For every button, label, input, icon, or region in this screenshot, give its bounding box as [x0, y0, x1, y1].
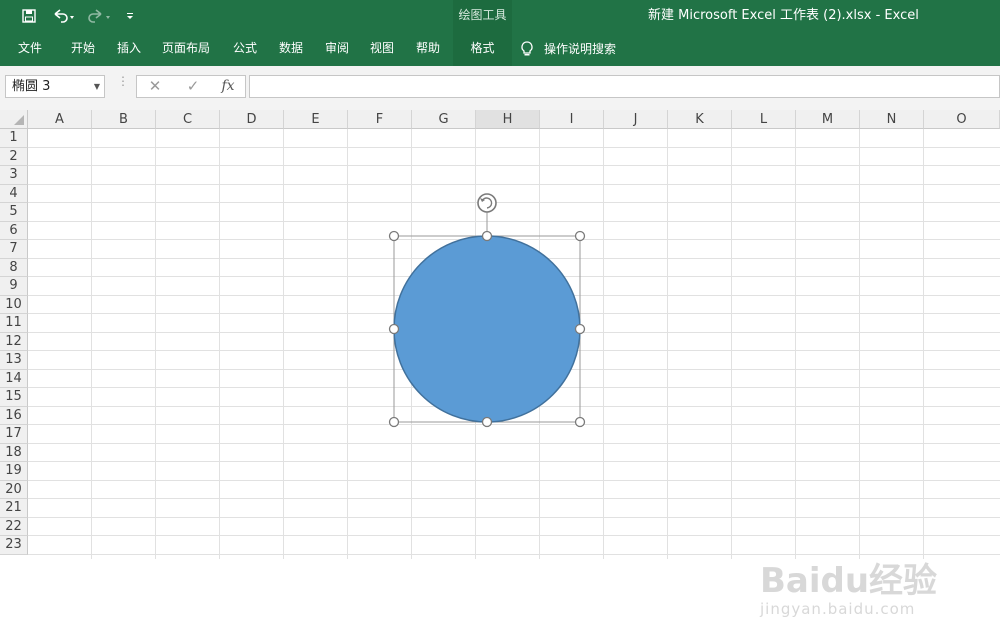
- rotate-handle-icon[interactable]: [477, 193, 497, 213]
- column-header[interactable]: F: [348, 110, 412, 129]
- customize-icon[interactable]: [124, 6, 136, 26]
- tab-formulas[interactable]: 公式: [224, 31, 266, 66]
- column-header[interactable]: H: [476, 110, 540, 129]
- row-header[interactable]: 17: [0, 425, 28, 444]
- tab-format[interactable]: 格式: [453, 31, 512, 66]
- more-options-icon[interactable]: ⋮: [117, 75, 129, 87]
- column-header[interactable]: C: [156, 110, 220, 129]
- drawing-tools-context: 绘图工具: [453, 0, 512, 31]
- row-header[interactable]: 15: [0, 388, 28, 407]
- column-gridline: [347, 129, 348, 559]
- column-gridline: [283, 129, 284, 559]
- column-gridline: [795, 129, 796, 559]
- column-header[interactable]: K: [668, 110, 732, 129]
- ribbon: 文件 开始 插入 页面布局 公式 数据 审阅 视图 帮助 格式 操作说明搜索: [0, 31, 1000, 66]
- row-gridline: [28, 498, 1000, 499]
- column-gridline: [91, 129, 92, 559]
- tab-insert[interactable]: 插入: [108, 31, 150, 66]
- column-header[interactable]: E: [284, 110, 348, 129]
- row-header[interactable]: 19: [0, 462, 28, 481]
- row-header[interactable]: 12: [0, 332, 28, 351]
- row-header[interactable]: 3: [0, 166, 28, 185]
- row-header[interactable]: 1: [0, 129, 28, 148]
- row-gridline: [28, 165, 1000, 166]
- column-header[interactable]: O: [924, 110, 1000, 129]
- column-header[interactable]: G: [412, 110, 476, 129]
- row-gridline: [28, 479, 1000, 481]
- tab-review[interactable]: 审阅: [316, 31, 358, 66]
- tell-me-search[interactable]: 操作说明搜索: [520, 31, 616, 66]
- row-header[interactable]: 2: [0, 147, 28, 166]
- baidu-watermark: Baidu经验 jingyan.baidu.com: [760, 562, 937, 618]
- watermark-url: jingyan.baidu.com: [760, 600, 916, 618]
- tell-me-label: 操作说明搜索: [544, 42, 617, 56]
- column-gridline: [603, 129, 604, 559]
- row-header[interactable]: 9: [0, 277, 28, 296]
- column-header[interactable]: B: [92, 110, 156, 129]
- cancel-icon[interactable]: ✕: [140, 75, 170, 98]
- enter-icon[interactable]: ✓: [178, 75, 208, 98]
- column-gridline: [219, 129, 220, 559]
- row-header[interactable]: 11: [0, 314, 28, 333]
- name-box[interactable]: 椭圆 3 ▼: [5, 75, 105, 98]
- row-header[interactable]: 13: [0, 351, 28, 370]
- lightbulb-icon: [520, 40, 534, 57]
- column-header[interactable]: J: [604, 110, 668, 129]
- column-header[interactable]: D: [220, 110, 284, 129]
- row-header[interactable]: 23: [0, 536, 28, 555]
- row-gridline: [28, 516, 1000, 518]
- watermark-logo: Baidu经验: [760, 561, 938, 601]
- row-header[interactable]: 7: [0, 240, 28, 259]
- row-header[interactable]: 21: [0, 499, 28, 518]
- column-header[interactable]: L: [732, 110, 796, 129]
- save-icon[interactable]: [20, 6, 38, 26]
- column-header[interactable]: M: [796, 110, 860, 129]
- chevron-down-icon[interactable]: ▼: [94, 76, 100, 97]
- column-gridline: [923, 129, 924, 559]
- column-header[interactable]: I: [540, 110, 604, 129]
- title-bar: 绘图工具 新建 Microsoft Excel 工作表 (2).xlsx - E…: [0, 0, 1000, 31]
- window-title: 新建 Microsoft Excel 工作表 (2).xlsx - Excel: [648, 8, 919, 23]
- row-header[interactable]: 22: [0, 517, 28, 536]
- row-gridline: [28, 553, 1000, 555]
- column-header[interactable]: A: [28, 110, 92, 129]
- tab-view[interactable]: 视图: [361, 31, 403, 66]
- column-gridline: [667, 129, 668, 559]
- row-gridline: [28, 146, 1000, 148]
- column-gridline: [859, 129, 860, 559]
- row-header[interactable]: 14: [0, 369, 28, 388]
- ellipse-fill[interactable]: [393, 235, 581, 423]
- worksheet-grid[interactable]: A B C D E F G H I J K L M N O 1234567891…: [0, 110, 1000, 618]
- tab-help[interactable]: 帮助: [407, 31, 449, 66]
- row-header[interactable]: 16: [0, 406, 28, 425]
- tab-file[interactable]: 文件: [8, 31, 52, 66]
- row-header[interactable]: 4: [0, 184, 28, 203]
- row-header[interactable]: 18: [0, 443, 28, 462]
- tab-data[interactable]: 数据: [270, 31, 312, 66]
- tab-page-layout[interactable]: 页面布局: [156, 31, 216, 66]
- row-header[interactable]: 8: [0, 258, 28, 277]
- row-header[interactable]: 20: [0, 480, 28, 499]
- row-header[interactable]: 10: [0, 295, 28, 314]
- column-gridline: [155, 129, 156, 559]
- ellipse-shape[interactable]: [380, 185, 600, 428]
- redo-icon[interactable]: [86, 6, 114, 26]
- row-gridline: [28, 461, 1000, 462]
- column-header[interactable]: N: [860, 110, 924, 129]
- insert-function-icon[interactable]: fx: [214, 75, 242, 98]
- formula-bar: 椭圆 3 ▼ ⋮ ✕ ✓ fx: [0, 66, 1000, 110]
- row-gridline: [28, 442, 1000, 444]
- row-header[interactable]: 6: [0, 221, 28, 240]
- row-header[interactable]: 5: [0, 203, 28, 222]
- formula-input[interactable]: [249, 75, 1000, 98]
- select-all-button[interactable]: [0, 110, 28, 129]
- tab-home[interactable]: 开始: [62, 31, 104, 66]
- row-gridline: [28, 535, 1000, 536]
- undo-icon[interactable]: [50, 6, 78, 26]
- name-box-value: 椭圆 3: [12, 79, 51, 94]
- column-gridline: [731, 129, 732, 559]
